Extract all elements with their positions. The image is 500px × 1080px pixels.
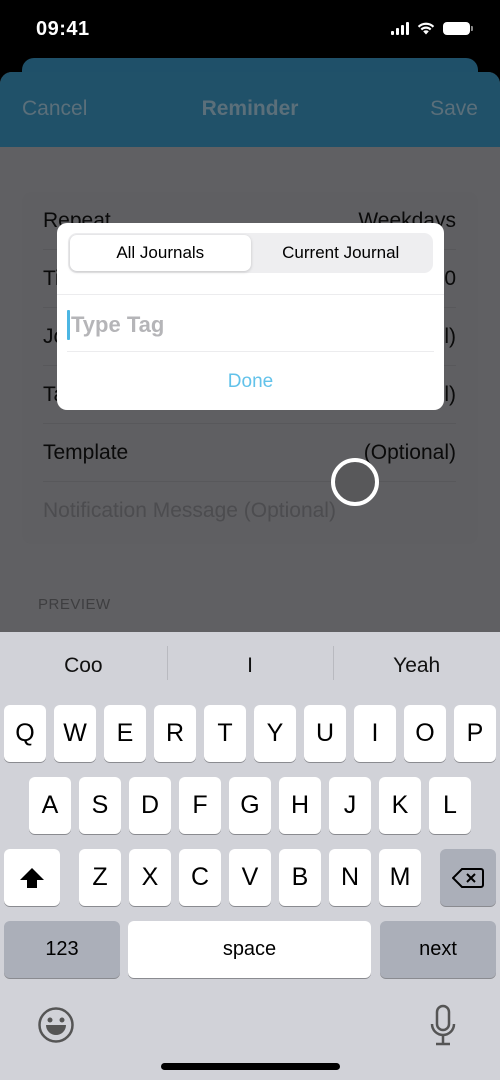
key-v[interactable]: V [229,849,271,906]
next-key[interactable]: next [380,921,496,978]
key-u[interactable]: U [304,705,346,762]
row-label: Template [43,440,129,464]
page-title-text: Reminder [201,97,299,120]
journal-scope-segmented-control: All Journals Current Journal [68,233,433,273]
key-o[interactable]: O [404,705,446,762]
key-t[interactable]: T [204,705,246,762]
key-j[interactable]: J [329,777,371,834]
notification-placeholder: Notification Message (Optional) [43,499,336,522]
row-value: 0 [444,266,456,290]
key-b[interactable]: B [279,849,321,906]
divider [57,294,444,295]
backspace-icon [452,867,484,888]
status-icons [391,22,473,35]
key-m[interactable]: M [379,849,421,906]
key-s[interactable]: S [79,777,121,834]
key-g[interactable]: G [229,777,271,834]
form-row-template[interactable]: Template (Optional) [43,424,456,482]
backspace-key[interactable] [440,849,496,906]
wifi-icon [417,22,435,35]
cellular-signal-icon [391,22,409,35]
key-k[interactable]: K [379,777,421,834]
suggestion-1[interactable]: Coo [0,654,167,678]
numbers-key[interactable]: 123 [4,921,120,978]
text-cursor [67,310,70,340]
preview-section-header: PREVIEW [38,596,111,613]
shift-icon [20,867,44,888]
suggestion-2[interactable]: I [166,646,334,680]
segment-current-journal[interactable]: Current Journal [251,235,432,271]
tag-input[interactable] [71,312,411,338]
keyboard: Coo I Yeah QWERTYUIOPASDFGHJKLZXCVBNM 12… [0,632,500,1080]
navbar: Cancel Reminder Save [0,72,500,147]
key-i[interactable]: I [354,705,396,762]
notification-message-field[interactable]: Notification Message (Optional) [43,482,456,540]
key-f[interactable]: F [179,777,221,834]
row-value: (Optional) [363,440,456,464]
key-x[interactable]: X [129,849,171,906]
segment-all-journals[interactable]: All Journals [70,235,251,271]
tag-dialog: All Journals Current Journal Done [57,223,444,410]
done-button[interactable]: Done [57,353,444,410]
key-e[interactable]: E [104,705,146,762]
save-button[interactable]: Save [430,97,478,121]
battery-icon [443,22,473,35]
microphone-icon[interactable] [428,1004,458,1048]
space-key[interactable]: space [128,921,371,978]
key-a[interactable]: A [29,777,71,834]
row-value: l) [444,324,456,348]
key-l[interactable]: L [429,777,471,834]
key-c[interactable]: C [179,849,221,906]
key-n[interactable]: N [329,849,371,906]
key-w[interactable]: W [54,705,96,762]
emoji-icon[interactable] [37,1006,75,1044]
status-bar: 09:41 [0,0,500,62]
key-r[interactable]: R [154,705,196,762]
predictive-bar: Coo I Yeah [0,632,500,700]
suggestion-3[interactable]: Yeah [333,646,500,680]
divider [67,351,434,352]
home-indicator [161,1063,340,1070]
key-d[interactable]: D [129,777,171,834]
key-h[interactable]: H [279,777,321,834]
key-q[interactable]: Q [4,705,46,762]
touch-indicator [331,458,379,506]
tag-input-container [67,297,437,353]
key-p[interactable]: P [454,705,496,762]
cancel-button[interactable]: Cancel [22,97,87,121]
key-z[interactable]: Z [79,849,121,906]
status-time: 09:41 [36,18,90,40]
shift-key[interactable] [4,849,60,906]
row-value: l) [444,382,456,406]
key-y[interactable]: Y [254,705,296,762]
